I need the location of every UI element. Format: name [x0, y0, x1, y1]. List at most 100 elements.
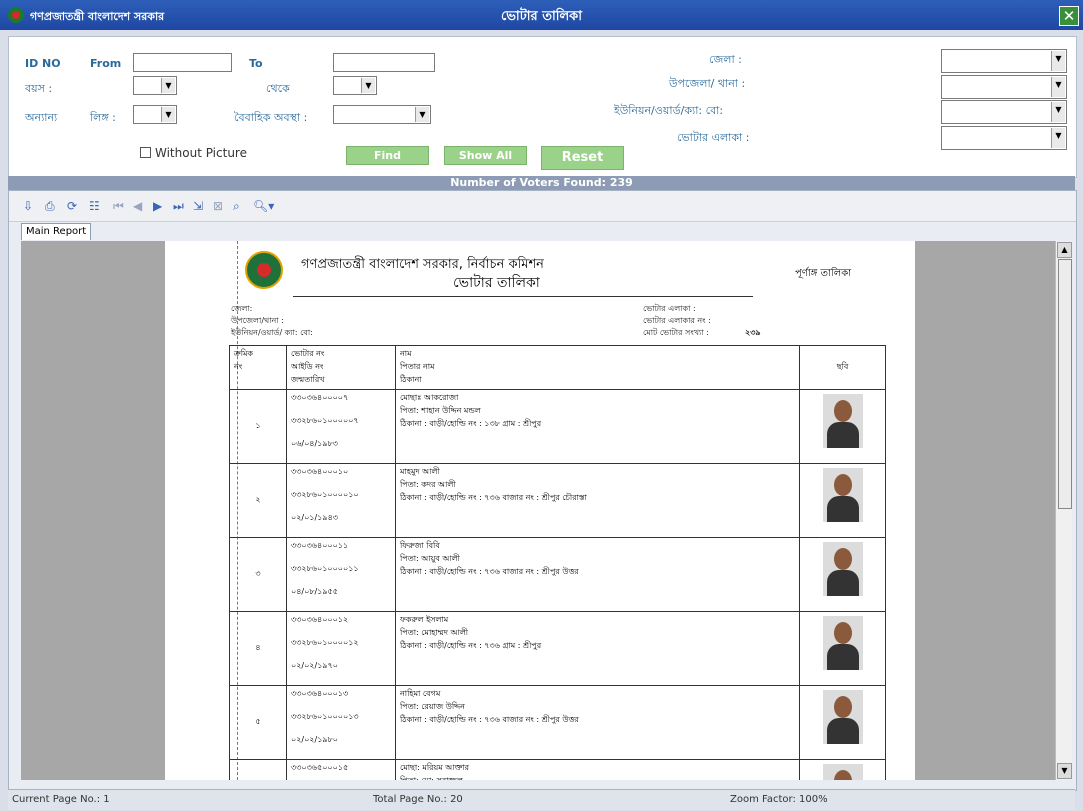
id-no-header: আইডি নং: [291, 362, 324, 371]
export-icon[interactable]: ⇩: [23, 199, 33, 213]
district-select[interactable]: ▼: [941, 49, 1067, 73]
serial-cell: ১: [229, 389, 287, 464]
chevron-down-icon: ▼: [1051, 51, 1065, 71]
dob: ০২/০২/১৯৮০: [291, 735, 338, 744]
name-header: নাম: [400, 349, 412, 358]
previous-page-icon[interactable]: ◀: [133, 199, 142, 213]
total-voters-value: ২৩৯: [745, 328, 761, 337]
dob-header: জন্মতারিখ: [291, 375, 325, 384]
voter-name: মাহমুদ আলী: [400, 467, 440, 476]
district-label: জেলা :: [709, 53, 742, 66]
address: ঠিকানা : বাড়ী/হোল্ডি নং : ৭৩৬ বাজার নং …: [400, 567, 579, 576]
ids-cell: ৩৩০৩৬৪০০০১৩ ৩৩২৮৬০১০০০০১৩ ০২/০২/১৯৮০: [286, 685, 396, 760]
table-row: ১ ৩৩০৩৬৪০০০০৭ ৩৩২৮৬০১০০০০০৭ ০৬/০৪/১৯৮৩ মোছাঃ…: [229, 389, 886, 464]
scroll-down-icon[interactable]: ▼: [1057, 763, 1072, 779]
age-to-select[interactable]: ▼: [333, 76, 377, 95]
reset-button[interactable]: Reset: [541, 146, 624, 170]
voter-no-header: ভোটার নং: [291, 349, 325, 358]
photo-head-shape: [833, 770, 852, 780]
photo-head-shape: [833, 474, 852, 496]
ids-cell: ৩৩০৩৬৪০০০১০ ৩৩২৮৬০১০০০০১০ ০২/০১/১৯৪৩: [286, 463, 396, 538]
search-icon[interactable]: ⌕: [233, 199, 240, 214]
table-row: ২ ৩৩০৩৬৪০০০১০ ৩৩২৮৬০১০০০০১০ ০২/০১/১৯৪৩ মাহমু…: [229, 463, 886, 538]
age-from-select[interactable]: ▼: [133, 76, 177, 95]
photo-cell: [799, 389, 886, 464]
table-header-row: ক্রমিক নং ভোটার নং আইডি নং জন্মতারিখ নাম পিত…: [229, 345, 886, 390]
ids-cell: ৩৩০৩৬৪০০০১১ ৩৩২৮৬০১০০০০১১ ০৪/০৮/১৯৫৫: [286, 537, 396, 612]
from-label: From: [90, 57, 122, 70]
without-picture-label: Without Picture: [155, 146, 247, 160]
voter-photo: [822, 690, 863, 744]
print-icon[interactable]: ⎙: [45, 199, 55, 214]
scroll-thumb[interactable]: [1058, 259, 1072, 509]
show-all-button[interactable]: Show All: [444, 146, 527, 165]
serial-header-line-1: ক্রমিক: [234, 349, 254, 358]
find-button[interactable]: Find: [346, 146, 429, 165]
serial-header: ক্রমিক নং: [229, 345, 287, 390]
close-button[interactable]: ✕: [1059, 6, 1079, 26]
father-name: পিতা: আয়ুব আলী: [400, 554, 460, 563]
tree-icon[interactable]: ☷: [89, 199, 100, 213]
table-row: ৪ ৩৩০৩৬৪০০০১২ ৩৩২৮৬০১০০০০১২ ০২/০২/১৯৭০ ফকরুল…: [229, 611, 886, 686]
chevron-down-icon: ▼: [1051, 128, 1065, 148]
person-cell: নাহিমা বেগম পিতা: রেয়াজ উদ্দিন ঠিকানা : ব…: [395, 685, 800, 760]
photo-cell: [799, 537, 886, 612]
photo-head-shape: [833, 622, 852, 644]
dob: ০৬/০৪/১৯৮৩: [291, 439, 338, 448]
person-cell: মাহমুদ আলী পিতা: কদর আলী ঠিকানা : বাড়ী/হো…: [395, 463, 800, 538]
upazila-select[interactable]: ▼: [941, 75, 1067, 99]
serial-cell: ৪: [229, 611, 287, 686]
next-page-icon[interactable]: ▶: [153, 199, 162, 213]
voter-photo: [822, 394, 863, 448]
voter-name: ফিরুজা বিবি: [400, 541, 440, 550]
gender-label: লিঙ্গ :: [90, 111, 116, 124]
union-select[interactable]: ▼: [941, 100, 1067, 124]
voter-count: Number of Voters Found: 239: [8, 176, 1075, 190]
vertical-scrollbar[interactable]: ▲ ▼: [1055, 241, 1072, 780]
chevron-down-icon: ▼: [1051, 102, 1065, 122]
chevron-down-icon: ▼: [361, 78, 375, 93]
stop-icon[interactable]: ⊠: [213, 199, 223, 213]
marital-select[interactable]: ▼: [333, 105, 431, 124]
address: ঠিকানা : বাড়ী/হোল্ডি নং : ৭৩৬ বাজার নং …: [400, 493, 587, 502]
voter-name: নাহিমা বেগম: [400, 689, 441, 698]
person-cell: মোছা: মরিয়ম আক্তারপিতা: মো: সুরাজ্জলঠিক…: [395, 759, 800, 780]
dob: ০২/০২/১৯৭০: [291, 661, 338, 670]
goto-page-icon[interactable]: ⇲: [193, 199, 203, 213]
dob: ০২/০১/১৯৪৩: [291, 513, 338, 522]
id-no: ৩৩২৮৬০১০০০০১৩: [291, 712, 359, 721]
address-header: ঠিকানা: [400, 375, 422, 384]
report-page: গণপ্রজাতন্ত্রী বাংলাদেশ সরকার, নির্বাচন …: [165, 241, 915, 780]
voter-area-select[interactable]: ▼: [941, 126, 1067, 150]
union-label: ইউনিয়ন/ওয়ার্ড/ক্যা: বো:: [614, 104, 724, 117]
id-to-input[interactable]: [333, 53, 435, 72]
photo-head-shape: [833, 400, 852, 422]
voter-photo: [822, 616, 863, 670]
father-name: পিতা: কদর আলী: [400, 480, 456, 489]
scroll-up-icon[interactable]: ▲: [1057, 242, 1072, 258]
refresh-icon[interactable]: ⟳: [67, 199, 77, 213]
photo-body-shape: [826, 644, 859, 670]
first-page-icon[interactable]: ⏮: [113, 199, 124, 214]
voter-area-label: ভোটার এলাকা :: [677, 131, 750, 144]
id-header: ভোটার নং আইডি নং জন্মতারিখ: [286, 345, 396, 390]
total-page-status: Total Page No.: 20: [373, 794, 463, 805]
zoom-icon[interactable]: 🔍︎▾: [253, 199, 274, 213]
person-header: নাম পিতার নাম ঠিকানা: [395, 345, 800, 390]
serial-cell: ২: [229, 463, 287, 538]
photo-head-shape: [833, 548, 852, 570]
voter-name: মোছাঃ আকরোজা: [400, 393, 459, 402]
person-cell: মোছাঃ আকরোজা পিতা: শাহান উদ্দিন মন্ডল ঠিকা…: [395, 389, 800, 464]
gender-select[interactable]: ▼: [133, 105, 177, 124]
ids-cell: ৩৩০৩৬৪০০০০৭ ৩৩২৮৬০১০০০০০৭ ০৬/০৪/১৯৮৩: [286, 389, 396, 464]
id-from-input[interactable]: [133, 53, 232, 72]
chevron-down-icon: ▼: [161, 78, 175, 93]
last-page-icon[interactable]: ⏭: [173, 199, 184, 214]
photo-header: ছবি: [799, 345, 886, 390]
status-bar: Current Page No.: 1 Total Page No.: 20 Z…: [8, 789, 1075, 810]
address: ঠিকানা : বাড়ী/হোল্ডি নং : ৭৩৬ বাজার নং …: [400, 715, 579, 724]
tab-main-report[interactable]: Main Report: [21, 223, 92, 240]
serial-cell: ৫: [229, 685, 287, 760]
without-picture-checkbox[interactable]: Without Picture: [140, 146, 247, 160]
voter-photo: [822, 764, 863, 780]
